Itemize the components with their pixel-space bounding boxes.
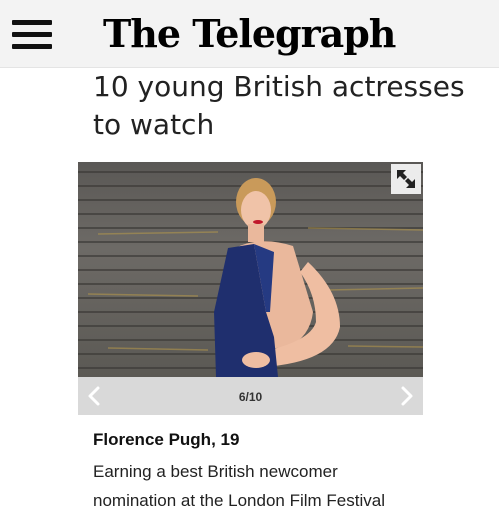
site-header: The Telegraph bbox=[0, 0, 499, 68]
gallery-caption-title: Florence Pugh, 19 bbox=[93, 430, 240, 449]
telegraph-logo[interactable]: The Telegraph bbox=[103, 6, 396, 62]
chevron-right-icon[interactable] bbox=[389, 377, 423, 415]
expand-icon[interactable] bbox=[391, 164, 421, 194]
hamburger-menu-icon[interactable] bbox=[12, 16, 56, 54]
gallery-nav-bar: 6/10 bbox=[78, 377, 423, 415]
gallery-counter: 6/10 bbox=[238, 390, 263, 404]
photo-gallery: 6/10 bbox=[78, 162, 423, 415]
article-headline: 10 young British actresses to watch bbox=[93, 70, 465, 141]
gallery-photo bbox=[78, 162, 423, 377]
gallery-caption-text: Earning a best British newcomer nominati… bbox=[93, 462, 385, 510]
